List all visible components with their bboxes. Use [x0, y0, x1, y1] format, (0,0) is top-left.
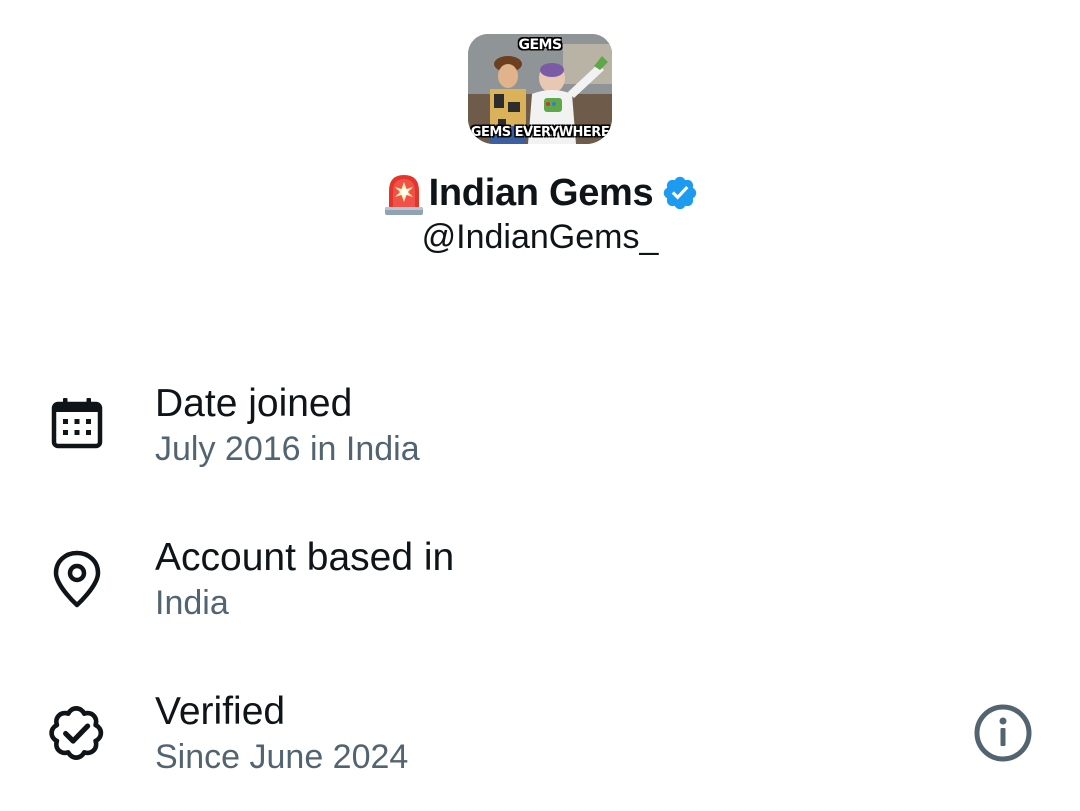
- avatar-caption-top: GEMS: [518, 37, 562, 53]
- date-joined-value: July 2016 in India: [155, 430, 420, 468]
- username-handle: @IndianGems_: [421, 218, 659, 256]
- police-siren-emoji-icon: [384, 175, 423, 215]
- account-based-in-label: Account based in: [155, 536, 455, 579]
- verified-label: Verified: [155, 690, 286, 733]
- verified-row: Verified Since June 2024: [0, 686, 1080, 786]
- verified-value: Since June 2024: [155, 738, 409, 776]
- date-joined-label: Date joined: [155, 382, 353, 425]
- location-pin-icon: [53, 550, 101, 608]
- account-about-page: GEMS GEMS EVERYWHERE Indian Gems @Indian…: [0, 0, 1080, 811]
- display-name-row: Indian Gems: [0, 168, 1080, 218]
- avatar-caption-bottom: GEMS EVERYWHERE: [470, 125, 610, 140]
- date-joined-row: Date joined July 2016 in India: [0, 378, 1080, 478]
- calendar-icon: [51, 398, 103, 449]
- verified-badge-icon[interactable]: [661, 174, 699, 212]
- profile-avatar[interactable]: GEMS GEMS EVERYWHERE: [468, 34, 612, 144]
- account-based-in-value: India: [155, 584, 229, 622]
- verified-seal-icon: [49, 706, 104, 760]
- account-based-in-row: Account based in India: [0, 532, 1080, 632]
- info-icon[interactable]: [970, 700, 1036, 766]
- display-name: Indian Gems: [428, 171, 654, 214]
